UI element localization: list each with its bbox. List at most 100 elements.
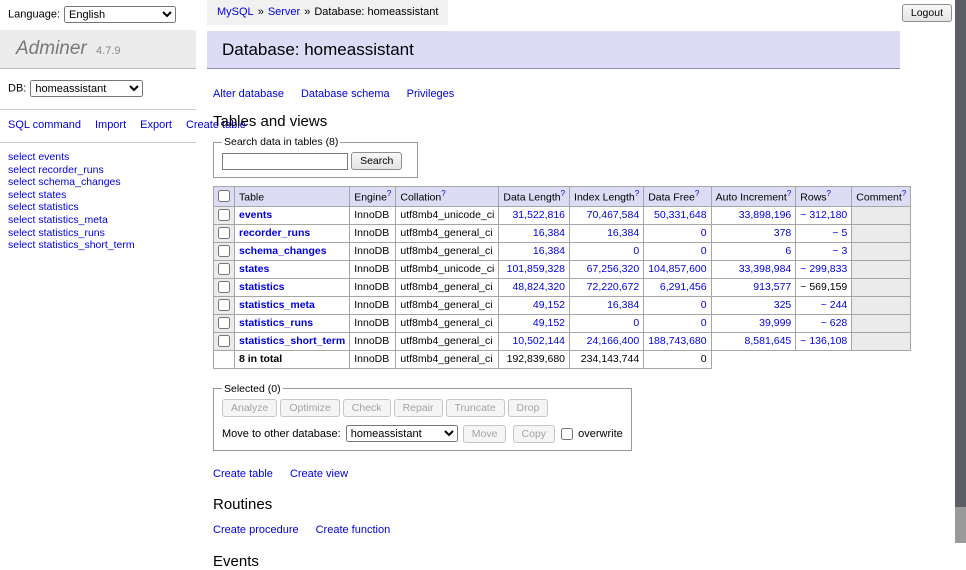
help-link[interactable]: ? bbox=[902, 189, 906, 198]
rows-count-link[interactable]: ~ 5 bbox=[796, 224, 852, 242]
data-free-cell: 0 bbox=[644, 242, 711, 260]
row-checkbox[interactable] bbox=[218, 281, 230, 293]
rows-count-link[interactable]: ~ 3 bbox=[796, 242, 852, 260]
move-button[interactable]: Move bbox=[463, 425, 507, 443]
language-label: Language: bbox=[8, 9, 60, 21]
table-name-link[interactable]: statistics_meta bbox=[239, 299, 315, 311]
create-links: Create table Create view bbox=[213, 468, 955, 480]
table-operation-button[interactable]: Analyze bbox=[222, 399, 277, 417]
row-checkbox[interactable] bbox=[218, 263, 230, 275]
sidebar-select-link[interactable]: select statistics_meta bbox=[8, 214, 108, 226]
table-name-link[interactable]: schema_changes bbox=[239, 245, 327, 257]
sidebar-action-link[interactable]: Export bbox=[140, 119, 172, 131]
routine-links: Create procedure Create function bbox=[213, 524, 955, 536]
routines-section-title: Routines bbox=[213, 496, 955, 513]
rows-count-link[interactable]: ~ 569,159 bbox=[796, 278, 852, 296]
data-length-cell: 49,152 bbox=[499, 314, 570, 332]
comment-cell bbox=[852, 296, 911, 314]
language-select[interactable]: English bbox=[64, 6, 176, 23]
database-action-link[interactable]: Database schema bbox=[301, 88, 390, 100]
engine-cell: InnoDB bbox=[350, 332, 396, 350]
collation-cell: utf8mb4_general_ci bbox=[396, 332, 499, 350]
table-name-link[interactable]: recorder_runs bbox=[239, 227, 310, 239]
tables-section-title: Tables and views bbox=[213, 113, 955, 130]
search-button[interactable]: Search bbox=[351, 152, 402, 170]
create-link[interactable]: Create table bbox=[213, 468, 273, 480]
table-name-link[interactable]: events bbox=[239, 209, 272, 221]
breadcrumb-server-link[interactable]: Server bbox=[268, 6, 300, 18]
row-checkbox[interactable] bbox=[218, 209, 230, 221]
app-version: 4.7.9 bbox=[96, 45, 120, 57]
rows-count-link[interactable]: ~ 244 bbox=[796, 296, 852, 314]
table-operation-button[interactable]: Optimize bbox=[280, 399, 339, 417]
table-name-link[interactable]: statistics_runs bbox=[239, 317, 313, 329]
rows-count-link[interactable]: ~ 299,833 bbox=[796, 260, 852, 278]
help-link[interactable]: ? bbox=[635, 189, 639, 198]
sidebar-select-link[interactable]: select statistics_runs bbox=[8, 227, 105, 239]
sidebar: Language:English Adminer 4.7.9 DB:homeas… bbox=[0, 0, 196, 252]
rows-count-link[interactable]: ~ 628 bbox=[796, 314, 852, 332]
table-name-cell: statistics_meta bbox=[235, 296, 350, 314]
database-action-link[interactable]: Alter database bbox=[213, 88, 284, 100]
rows-count-link[interactable]: ~ 312,180 bbox=[796, 206, 852, 224]
list-item: select states bbox=[8, 189, 188, 202]
sidebar-select-link[interactable]: select states bbox=[8, 189, 66, 201]
move-db-select[interactable]: homeassistant bbox=[346, 425, 458, 442]
help-link[interactable]: ? bbox=[695, 189, 699, 198]
list-item: select recorder_runs bbox=[8, 164, 188, 177]
column-header: Index Length? bbox=[570, 187, 644, 207]
copy-button[interactable]: Copy bbox=[513, 425, 556, 443]
data-length-cell: 31,522,816 bbox=[499, 206, 570, 224]
sidebar-action-link[interactable]: SQL command bbox=[8, 119, 81, 131]
row-checkbox-cell bbox=[214, 242, 235, 260]
routine-create-link[interactable]: Create procedure bbox=[213, 524, 299, 536]
app-name[interactable]: Adminer bbox=[16, 38, 87, 59]
create-link[interactable]: Create view bbox=[290, 468, 348, 480]
help-link[interactable]: ? bbox=[441, 189, 445, 198]
index-length-cell: 16,384 bbox=[570, 224, 644, 242]
sidebar-select-link[interactable]: select events bbox=[8, 151, 69, 163]
table-operation-button[interactable]: Repair bbox=[394, 399, 443, 417]
sidebar-select-link[interactable]: select statistics bbox=[8, 201, 79, 213]
row-checkbox[interactable] bbox=[218, 335, 230, 347]
table-name-link[interactable]: states bbox=[239, 263, 269, 275]
data-free-cell: 6,291,456 bbox=[644, 278, 711, 296]
row-checkbox[interactable] bbox=[218, 245, 230, 257]
logout-button[interactable]: Logout bbox=[902, 4, 952, 22]
table-name-link[interactable]: statistics bbox=[239, 281, 285, 293]
comment-cell bbox=[852, 332, 911, 350]
table-name-link[interactable]: statistics_short_term bbox=[239, 335, 345, 347]
engine-cell: InnoDB bbox=[350, 242, 396, 260]
table-operation-button[interactable]: Truncate bbox=[446, 399, 505, 417]
sidebar-select-link[interactable]: select schema_changes bbox=[8, 176, 121, 188]
row-checkbox[interactable] bbox=[218, 317, 230, 329]
sidebar-select-link[interactable]: select statistics_short_term bbox=[8, 239, 135, 251]
list-item: select schema_changes bbox=[8, 176, 188, 189]
database-action-link[interactable]: Privileges bbox=[407, 88, 455, 100]
sidebar-action-link[interactable]: Import bbox=[95, 119, 126, 131]
help-link[interactable]: ? bbox=[561, 189, 565, 198]
search-input[interactable] bbox=[222, 153, 348, 170]
table-operation-button[interactable]: Check bbox=[343, 399, 391, 417]
overwrite-label: overwrite bbox=[578, 428, 623, 440]
index-length-cell: 67,256,320 bbox=[570, 260, 644, 278]
data-free-cell: 0 bbox=[644, 314, 711, 332]
select-all-checkbox[interactable] bbox=[218, 190, 230, 202]
table-operation-button[interactable]: Drop bbox=[508, 399, 549, 417]
help-link[interactable]: ? bbox=[387, 189, 391, 198]
rows-count-link[interactable]: ~ 136,108 bbox=[796, 332, 852, 350]
auto-increment-cell: 913,577 bbox=[711, 278, 796, 296]
help-link[interactable]: ? bbox=[787, 189, 791, 198]
row-checkbox[interactable] bbox=[218, 299, 230, 311]
breadcrumb-mysql-link[interactable]: MySQL bbox=[217, 6, 254, 18]
sidebar-table-links: select eventsselect recorder_runsselect … bbox=[0, 151, 196, 252]
overwrite-checkbox[interactable] bbox=[561, 428, 573, 440]
help-link[interactable]: ? bbox=[827, 189, 831, 198]
table-name-cell: schema_changes bbox=[235, 242, 350, 260]
db-select[interactable]: homeassistant bbox=[30, 80, 143, 97]
auto-increment-cell: 6 bbox=[711, 242, 796, 260]
scrollbar-thumb[interactable] bbox=[955, 0, 966, 507]
sidebar-select-link[interactable]: select recorder_runs bbox=[8, 164, 104, 176]
row-checkbox[interactable] bbox=[218, 227, 230, 239]
routine-create-link[interactable]: Create function bbox=[316, 524, 391, 536]
